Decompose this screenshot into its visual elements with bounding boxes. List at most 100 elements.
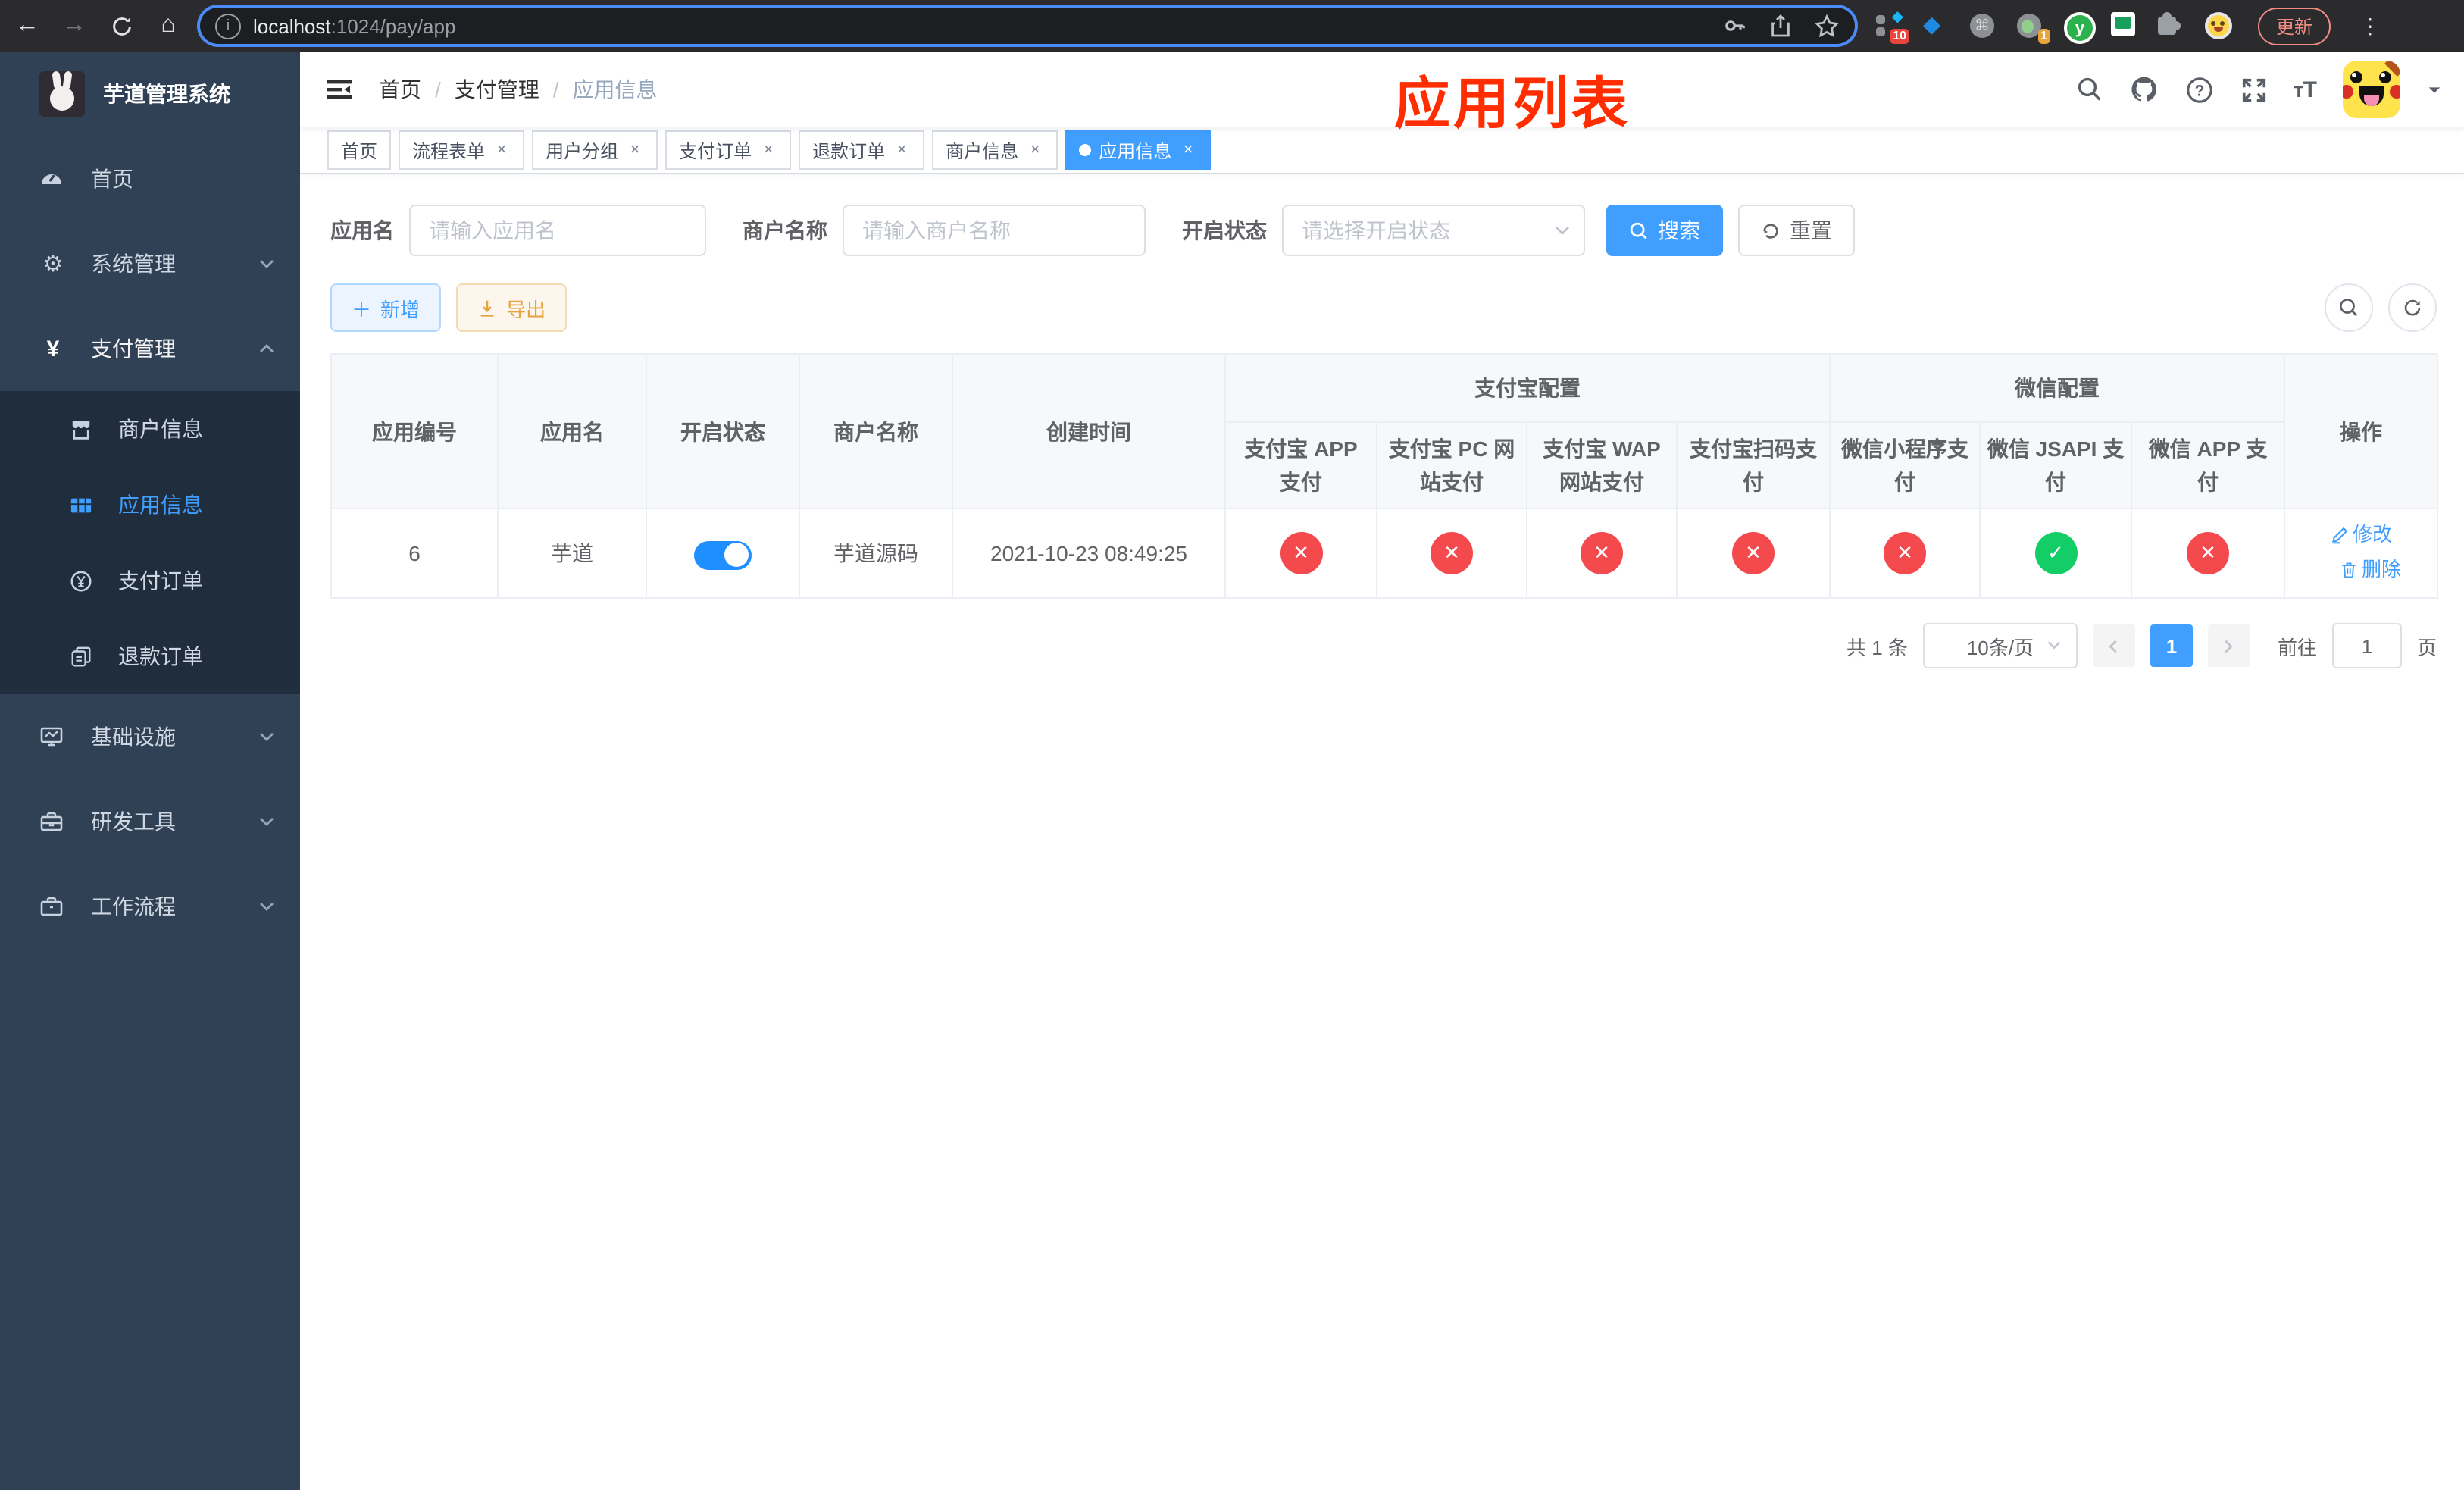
- sidebar-item-home[interactable]: 首页: [0, 136, 300, 221]
- tab-merchant-info[interactable]: 商户信息 ×: [932, 130, 1058, 170]
- close-icon[interactable]: ×: [1026, 141, 1044, 159]
- browser-back-icon[interactable]: ←: [8, 6, 47, 45]
- yudao-extension-icon[interactable]: y: [2064, 12, 2096, 44]
- collapse-sidebar-icon[interactable]: [324, 74, 355, 105]
- tab-pay-order[interactable]: 支付订单 ×: [665, 130, 792, 170]
- fullscreen-icon[interactable]: [2239, 75, 2268, 104]
- col-actions: 操作: [2284, 353, 2439, 509]
- avatar-caret-icon[interactable]: [2426, 81, 2443, 98]
- col-wx-app: 微信 APP 支付: [2130, 421, 2286, 509]
- page-number-1[interactable]: 1: [2150, 624, 2193, 667]
- plus-icon: ＋: [352, 298, 372, 321]
- sidebar-item-workflow[interactable]: 工作流程: [0, 864, 300, 949]
- close-icon[interactable]: ×: [759, 141, 777, 159]
- user-avatar[interactable]: [2343, 61, 2400, 118]
- toolbox-icon: [39, 809, 67, 834]
- bookmark-star-icon[interactable]: [1814, 13, 1840, 39]
- toggle-search-button[interactable]: [2325, 283, 2373, 332]
- app-logo[interactable]: 芋道管理系统: [0, 52, 300, 136]
- browser-menu-icon[interactable]: ⋮: [2359, 13, 2381, 39]
- gem-extension-icon[interactable]: ◆: [1923, 12, 1950, 39]
- status-select-input[interactable]: [1282, 205, 1585, 256]
- status-select[interactable]: [1282, 205, 1585, 256]
- browser-forward-icon[interactable]: →: [55, 6, 94, 45]
- breadcrumb-pay[interactable]: 支付管理: [455, 74, 539, 105]
- github-icon[interactable]: [2128, 74, 2159, 105]
- tab-app-info[interactable]: 应用信息 ×: [1065, 130, 1212, 170]
- sidebar-item-refund-order[interactable]: 退款订单: [0, 618, 300, 694]
- tab-user-group[interactable]: 用户分组 ×: [532, 130, 658, 170]
- browser-home-icon[interactable]: ⌂: [149, 6, 188, 45]
- sidebar-item-infra[interactable]: 基础设施: [0, 694, 300, 779]
- extension-grid-icon[interactable]: ◆ 10: [1876, 9, 1909, 44]
- url-text[interactable]: localhost:1024/pay/app: [253, 14, 1723, 37]
- page-size-select[interactable]: 10条/页: [1922, 623, 2078, 668]
- close-icon[interactable]: ×: [492, 141, 511, 159]
- grid-icon: [70, 493, 97, 516]
- cell-actions: 修改 删除: [2284, 508, 2439, 599]
- refresh-table-button[interactable]: [2388, 283, 2437, 332]
- sidebar-item-pay[interactable]: ¥ 支付管理: [0, 306, 300, 391]
- sidebar-item-app-info[interactable]: 应用信息: [0, 467, 300, 543]
- extension-badge: 10: [1890, 29, 1909, 44]
- password-key-icon[interactable]: [1723, 14, 1747, 38]
- edit-link[interactable]: 修改: [2330, 518, 2392, 552]
- search-button[interactable]: 搜索: [1606, 205, 1723, 256]
- browser-update-button[interactable]: 更新: [2258, 7, 2331, 45]
- sidebar-item-merchant-info[interactable]: 商户信息: [0, 391, 300, 467]
- col-wx-mini: 微信小程序支付: [1829, 421, 1981, 509]
- export-button[interactable]: 导出: [456, 283, 568, 332]
- extensions-puzzle-icon[interactable]: [2158, 12, 2185, 39]
- tab-home[interactable]: 首页: [327, 130, 392, 170]
- status-toggle[interactable]: [694, 540, 752, 570]
- url-bar[interactable]: i localhost:1024/pay/app: [200, 8, 1855, 44]
- col-status: 开启状态: [646, 353, 800, 509]
- monitor-chart-icon: [39, 725, 67, 749]
- sidebar-item-pay-order[interactable]: 支付订单: [0, 543, 300, 618]
- site-info-icon[interactable]: i: [215, 13, 241, 39]
- profile-emoji-icon[interactable]: [2205, 12, 2232, 39]
- active-dot: [1079, 144, 1092, 156]
- sidebar-item-devtools[interactable]: 研发工具: [0, 779, 300, 864]
- command-extension-icon[interactable]: ⌘: [1970, 12, 1997, 39]
- alipay-pc-status-icon: ✕: [1431, 532, 1473, 574]
- header-search-icon[interactable]: [2075, 76, 2103, 103]
- wx-mini-status-icon: ✕: [1884, 532, 1926, 574]
- url-host: localhost: [253, 14, 331, 37]
- delete-link[interactable]: 删除: [2339, 553, 2401, 587]
- prev-page-button[interactable]: [2092, 624, 2135, 667]
- merchant-name-input[interactable]: [843, 205, 1146, 256]
- table-toolbar: ＋ 新增 导出: [330, 283, 2437, 332]
- top-navbar: 首页 / 支付管理 / 应用信息 ? TT: [300, 52, 2464, 127]
- add-button[interactable]: ＋ 新增: [330, 283, 442, 332]
- col-wx-jsapi: 微信 JSAPI 支付: [1979, 421, 2132, 509]
- yen-icon: ¥: [46, 336, 60, 362]
- chat-extension-icon[interactable]: [2111, 12, 2138, 39]
- col-alipay-app: 支付宝 APP 支付: [1224, 421, 1377, 509]
- svg-text:?: ?: [2194, 82, 2204, 99]
- browser-reload-icon[interactable]: [102, 6, 141, 45]
- share-icon[interactable]: [1768, 14, 1793, 38]
- col-alipay-wap: 支付宝 WAP 网站支付: [1526, 421, 1678, 509]
- alipay-wap-status-icon: ✕: [1581, 532, 1623, 574]
- close-icon[interactable]: ×: [1179, 141, 1197, 159]
- chevron-down-icon: [258, 812, 276, 831]
- close-icon[interactable]: ×: [893, 141, 911, 159]
- font-size-icon[interactable]: TT: [2294, 77, 2317, 102]
- chevron-down-icon: [258, 255, 276, 273]
- tab-process-form[interactable]: 流程表单 ×: [399, 130, 525, 170]
- tab-refund-order[interactable]: 退款订单 ×: [799, 130, 925, 170]
- app-title: 芋道管理系统: [103, 82, 230, 106]
- reset-button[interactable]: 重置: [1738, 205, 1855, 256]
- help-question-icon[interactable]: ?: [2184, 75, 2213, 104]
- breadcrumb-separator: /: [435, 77, 441, 102]
- app-name-input[interactable]: [409, 205, 706, 256]
- logo-image: [39, 71, 85, 117]
- wx-jsapi-status-icon: ✓: [2034, 532, 2077, 574]
- next-page-button[interactable]: [2207, 624, 2250, 667]
- session-extension-icon[interactable]: 1: [2017, 12, 2050, 44]
- goto-page-input[interactable]: [2331, 623, 2402, 668]
- breadcrumb-home[interactable]: 首页: [379, 74, 421, 105]
- close-icon[interactable]: ×: [626, 141, 644, 159]
- sidebar-item-system[interactable]: ⚙ 系统管理: [0, 221, 300, 306]
